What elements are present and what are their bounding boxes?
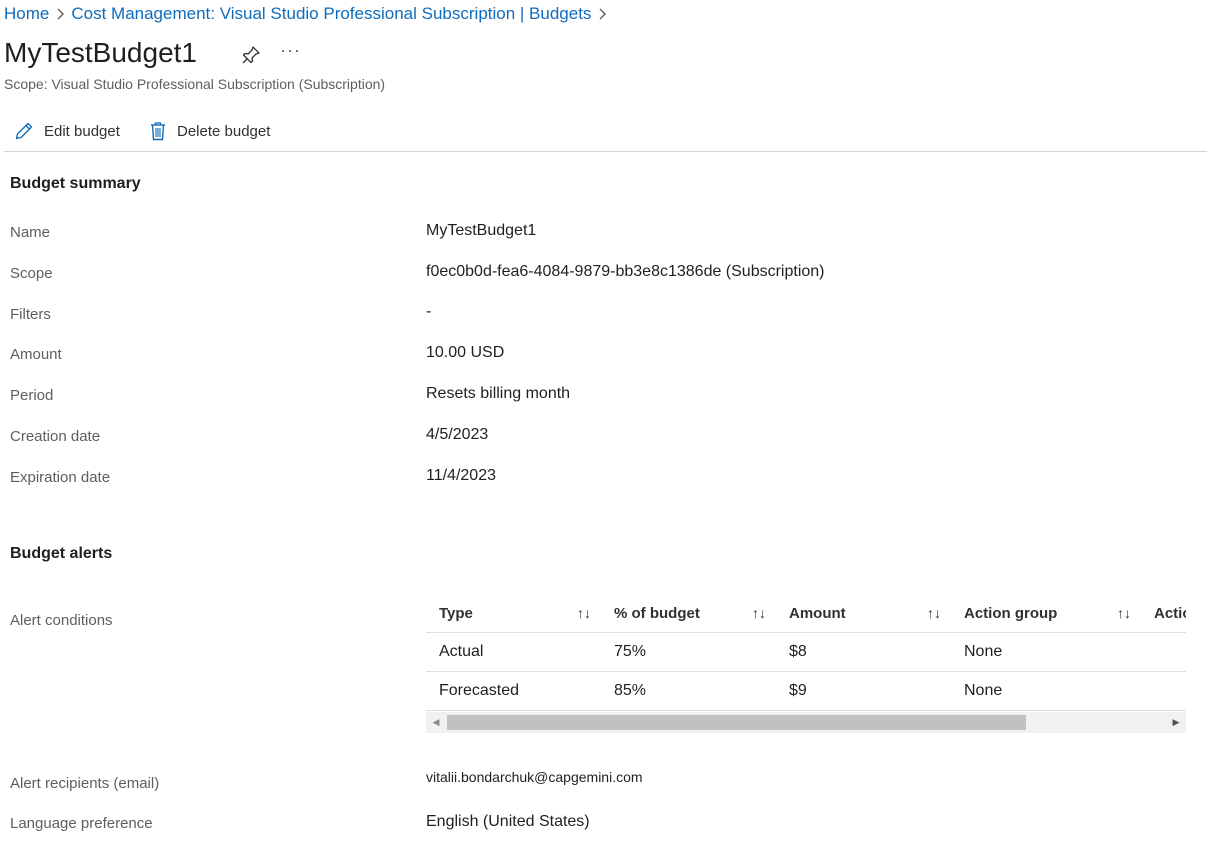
filters-label: Filters [10,306,51,323]
creation-date-label: Creation date [10,428,101,445]
creation-date-value: 4/5/2023 [426,426,489,443]
alert-conditions-label: Alert conditions [10,612,113,629]
scrollbar-thumb[interactable] [447,715,1026,730]
edit-budget-label: Edit budget [44,122,120,140]
cell-percent-of-budget: 85% [601,671,776,711]
budget-alerts-heading: Budget alerts [10,545,113,562]
column-header-label: Amount [789,604,846,622]
chevron-right-icon [591,7,613,21]
chevron-right-icon [49,7,71,21]
language-preference-label: Language preference [10,815,153,832]
toolbar-divider [4,151,1207,152]
sort-arrows-icon[interactable]: ↑↓ [752,605,766,621]
expiration-date-label: Expiration date [10,469,111,486]
horizontal-scrollbar[interactable]: ◀ ▶ [426,712,1186,733]
pencil-icon [15,122,33,140]
page-title: MyTestBudget1 [4,37,197,68]
column-header-type[interactable]: Type ↑↓ [426,594,601,633]
cell-action-group: None [951,671,1141,711]
table-header-row: Type ↑↓ % of budget ↑↓ Amount ↑↓ Action gro… [426,594,1186,633]
column-header-amount[interactable]: Amount ↑↓ [776,594,951,633]
scope-label: Scope [10,265,53,282]
alert-recipients-label: Alert recipients (email) [10,775,160,792]
table-row: Forecasted 85% $9 None [426,671,1186,711]
cell-percent-of-budget: 75% [601,632,776,672]
scroll-right-arrow-icon[interactable]: ▶ [1166,712,1186,733]
table-row: Actual 75% $8 None [426,632,1186,672]
alert-recipients-value: vitalii.bondarchuk@capgemini.com [426,769,643,785]
column-header-percent-of-budget[interactable]: % of budget ↑↓ [601,594,776,633]
delete-budget-label: Delete budget [177,122,271,140]
cell-action-group-type [1141,632,1186,672]
column-header-label: Action group type [1154,604,1186,622]
cell-action-group-type [1141,671,1186,711]
amount-label: Amount [10,346,62,363]
column-header-action-group[interactable]: Action group ↑↓ [951,594,1141,633]
breadcrumb-budgets-link[interactable]: Cost Management: Visual Studio Professio… [71,4,591,24]
sort-arrows-icon[interactable]: ↑↓ [927,605,941,621]
column-header-label: Action group [964,604,1058,622]
breadcrumb-home-link[interactable]: Home [4,4,49,24]
page-subtitle: Scope: Visual Studio Professional Subscr… [4,76,386,92]
name-value: MyTestBudget1 [426,222,537,239]
edit-budget-button[interactable]: Edit budget [14,118,120,144]
language-preference-value: English (United States) [426,813,590,830]
column-header-action-group-type[interactable]: Action group type [1141,594,1186,633]
scroll-left-arrow-icon[interactable]: ◀ [426,712,446,733]
column-header-label: % of budget [614,604,700,622]
filters-value: - [426,303,432,320]
cell-type: Actual [426,632,601,672]
budget-summary-heading: Budget summary [10,175,141,192]
cell-type: Forecasted [426,671,601,711]
expiration-date-value: 11/4/2023 [426,467,496,484]
amount-value: 10.00 USD [426,344,505,361]
more-options-button[interactable]: ··· [280,40,301,61]
pin-icon[interactable] [240,44,262,66]
name-label: Name [10,224,51,241]
trash-icon [151,122,165,141]
sort-arrows-icon[interactable]: ↑↓ [577,605,591,621]
delete-budget-button[interactable]: Delete budget [149,118,270,144]
alert-conditions-table: Type ↑↓ % of budget ↑↓ Amount ↑↓ Action gro… [426,594,1186,711]
column-header-label: Type [439,604,473,622]
cell-amount: $9 [776,671,951,711]
breadcrumb: Home Cost Management: Visual Studio Prof… [4,4,613,24]
period-label: Period [10,387,54,404]
scope-value: f0ec0b0d-fea6-4084-9879-bb3e8c1386de (Su… [426,263,825,280]
cell-action-group: None [951,632,1141,672]
period-value: Resets billing month [426,385,571,402]
sort-arrows-icon[interactable]: ↑↓ [1117,605,1131,621]
cell-amount: $8 [776,632,951,672]
